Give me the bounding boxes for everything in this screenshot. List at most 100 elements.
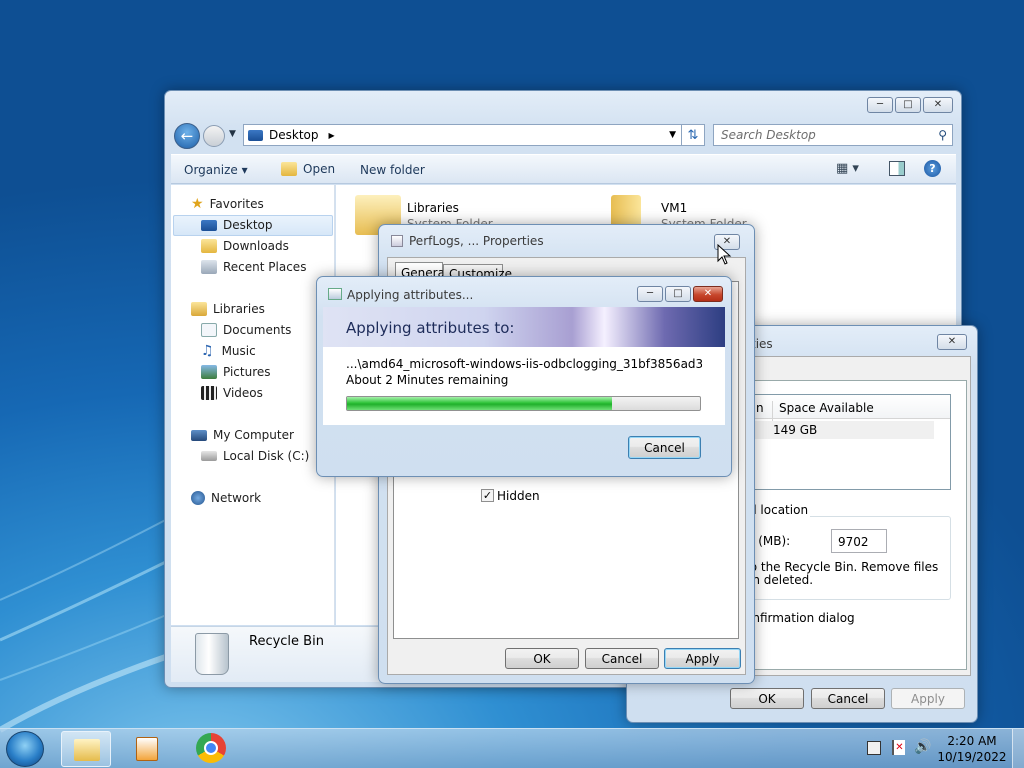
clock-date[interactable]: 10/19/2022 xyxy=(936,750,1008,764)
nav-desktop[interactable]: Desktop xyxy=(201,215,273,235)
taskbar: ✕ 🔊 2:20 AM 10/19/2022 xyxy=(0,728,1024,768)
progress-bar xyxy=(346,396,701,411)
nav-downloads[interactable]: Downloads xyxy=(201,236,289,256)
maximize-button[interactable]: □ xyxy=(895,97,921,113)
progress-content: ...\amd64_microsoft-windows-iis-odbclogg… xyxy=(323,347,725,425)
refresh-button[interactable]: ⇅ xyxy=(681,124,705,146)
network-tray-icon[interactable] xyxy=(867,741,881,755)
nav-videos[interactable]: Videos xyxy=(201,383,263,403)
max-size-input[interactable]: 9702 xyxy=(831,529,887,553)
network-icon xyxy=(191,491,205,505)
chrome-icon xyxy=(196,733,226,763)
view-options-icon[interactable]: ▦ ▾ xyxy=(836,161,859,176)
taskbar-media-player-button[interactable] xyxy=(133,734,161,764)
search-box[interactable]: Search Desktop ⚲ xyxy=(713,124,953,146)
nav-documents[interactable]: Documents xyxy=(201,320,291,340)
nav-pictures[interactable]: Pictures xyxy=(201,362,271,382)
column-header-space-available[interactable]: Space Available xyxy=(772,401,932,421)
start-button[interactable] xyxy=(6,731,44,767)
breadcrumb-arrow-icon: ▶ xyxy=(328,130,335,140)
nav-recent-places[interactable]: Recent Places xyxy=(201,257,306,277)
address-bar[interactable]: Desktop ▶ ▼ xyxy=(243,124,683,146)
progress-minimize-button[interactable]: ─ xyxy=(637,286,663,302)
breadcrumb: Desktop xyxy=(269,128,319,142)
nav-favorites[interactable]: ★ Favorites xyxy=(191,194,264,214)
pictures-icon xyxy=(201,365,217,379)
progress-close-button[interactable]: ✕ xyxy=(693,286,723,302)
recycle-bin-icon xyxy=(195,633,229,675)
progress-dialog-title: Applying attributes... xyxy=(347,288,474,302)
forward-button[interactable] xyxy=(203,125,225,147)
nav-music[interactable]: ♫ Music xyxy=(201,341,256,361)
explorer-caption-buttons: ─ □ ✕ xyxy=(867,97,953,113)
address-dropdown-icon[interactable]: ▼ xyxy=(669,130,676,140)
navigation-pane: ★ Favorites Desktop Downloads Recent Plac… xyxy=(171,185,335,625)
vm1-item-name: VM1 xyxy=(661,201,688,215)
nav-libraries[interactable]: Libraries xyxy=(191,299,265,319)
taskbar-chrome-button[interactable] xyxy=(196,733,230,765)
desktop-icon xyxy=(248,129,263,141)
recycle-ok-button[interactable]: OK xyxy=(730,688,804,709)
show-desktop-button[interactable] xyxy=(1012,729,1024,768)
nav-my-computer[interactable]: My Computer xyxy=(191,425,294,445)
computer-icon xyxy=(191,429,207,441)
applying-attributes-dialog: Applying attributes... ─ □ ✕ Applying at… xyxy=(316,276,732,477)
preview-pane-icon[interactable] xyxy=(889,161,905,176)
settings-group-label: d location xyxy=(747,503,811,517)
open-button[interactable]: Open xyxy=(281,162,335,176)
perflogs-title: PerfLogs, ... Properties xyxy=(409,234,544,248)
back-button[interactable]: ← xyxy=(174,123,200,149)
perflogs-apply-button[interactable]: Apply xyxy=(664,648,741,669)
mouse-cursor xyxy=(717,244,732,265)
videos-icon xyxy=(201,386,217,400)
progress-heading: Applying attributes to: xyxy=(346,319,515,337)
column-header-fragment: n xyxy=(756,401,764,415)
help-icon[interactable]: ? xyxy=(924,160,941,177)
space-available-value: 149 GB xyxy=(773,423,818,437)
recent-places-icon xyxy=(201,260,217,274)
action-center-flag-icon[interactable]: ✕ xyxy=(892,740,905,755)
minimize-button[interactable]: ─ xyxy=(867,97,893,113)
libraries-icon xyxy=(191,302,207,316)
search-placeholder: Search Desktop xyxy=(721,128,816,142)
progress-caption-buttons: ─ □ ✕ xyxy=(637,286,723,302)
progress-cancel-button[interactable]: Cancel xyxy=(628,436,701,459)
star-icon: ★ xyxy=(191,196,204,212)
libraries-item-name: Libraries xyxy=(407,201,459,215)
recycle-apply-button[interactable]: Apply xyxy=(891,688,965,709)
command-bar: Organize ▾ Open New folder ▦ ▾ ? xyxy=(171,154,956,184)
delete-immediately-text-1: to the Recycle Bin. Remove files xyxy=(745,560,939,574)
progress-bar-fill xyxy=(347,397,612,410)
explorer-taskbar-icon xyxy=(74,739,100,761)
media-player-icon xyxy=(136,737,158,761)
attributes-icon xyxy=(328,288,342,300)
progress-header-banner: Applying attributes to: xyxy=(323,307,725,347)
documents-icon xyxy=(201,323,217,337)
current-file-path: ...\amd64_microsoft-windows-iis-odbclogg… xyxy=(346,357,702,371)
recycle-props-close-button[interactable]: ✕ xyxy=(937,334,967,350)
progress-maximize-button[interactable]: □ xyxy=(665,286,691,302)
taskbar-explorer-button[interactable] xyxy=(61,731,111,767)
disk-icon xyxy=(201,451,217,461)
confirmation-dialog-label: onfirmation dialog xyxy=(745,611,855,625)
downloads-folder-icon xyxy=(201,239,217,253)
delete-immediately-text-2: en deleted. xyxy=(745,573,814,587)
music-icon: ♫ xyxy=(201,343,214,359)
nav-local-disk[interactable]: Local Disk (C:) xyxy=(201,446,309,466)
nav-network[interactable]: Network xyxy=(191,488,261,508)
search-icon: ⚲ xyxy=(938,128,947,142)
hidden-checkbox[interactable]: ✓ xyxy=(481,489,494,502)
perflogs-ok-button[interactable]: OK xyxy=(505,648,579,669)
open-folder-icon xyxy=(281,162,297,176)
close-button[interactable]: ✕ xyxy=(923,97,953,113)
folder-icon xyxy=(391,235,403,247)
desktop-icon xyxy=(201,219,217,231)
recycle-cancel-button[interactable]: Cancel xyxy=(811,688,885,709)
clock-time[interactable]: 2:20 AM xyxy=(936,734,1008,748)
volume-icon[interactable]: 🔊 xyxy=(914,739,931,755)
new-folder-button[interactable]: New folder xyxy=(360,163,425,177)
recent-pages-chevron-icon[interactable]: ▼ xyxy=(229,129,236,139)
perflogs-cancel-button[interactable]: Cancel xyxy=(585,648,659,669)
organize-menu[interactable]: Organize ▾ xyxy=(184,163,248,177)
time-remaining: About 2 Minutes remaining xyxy=(346,373,509,387)
